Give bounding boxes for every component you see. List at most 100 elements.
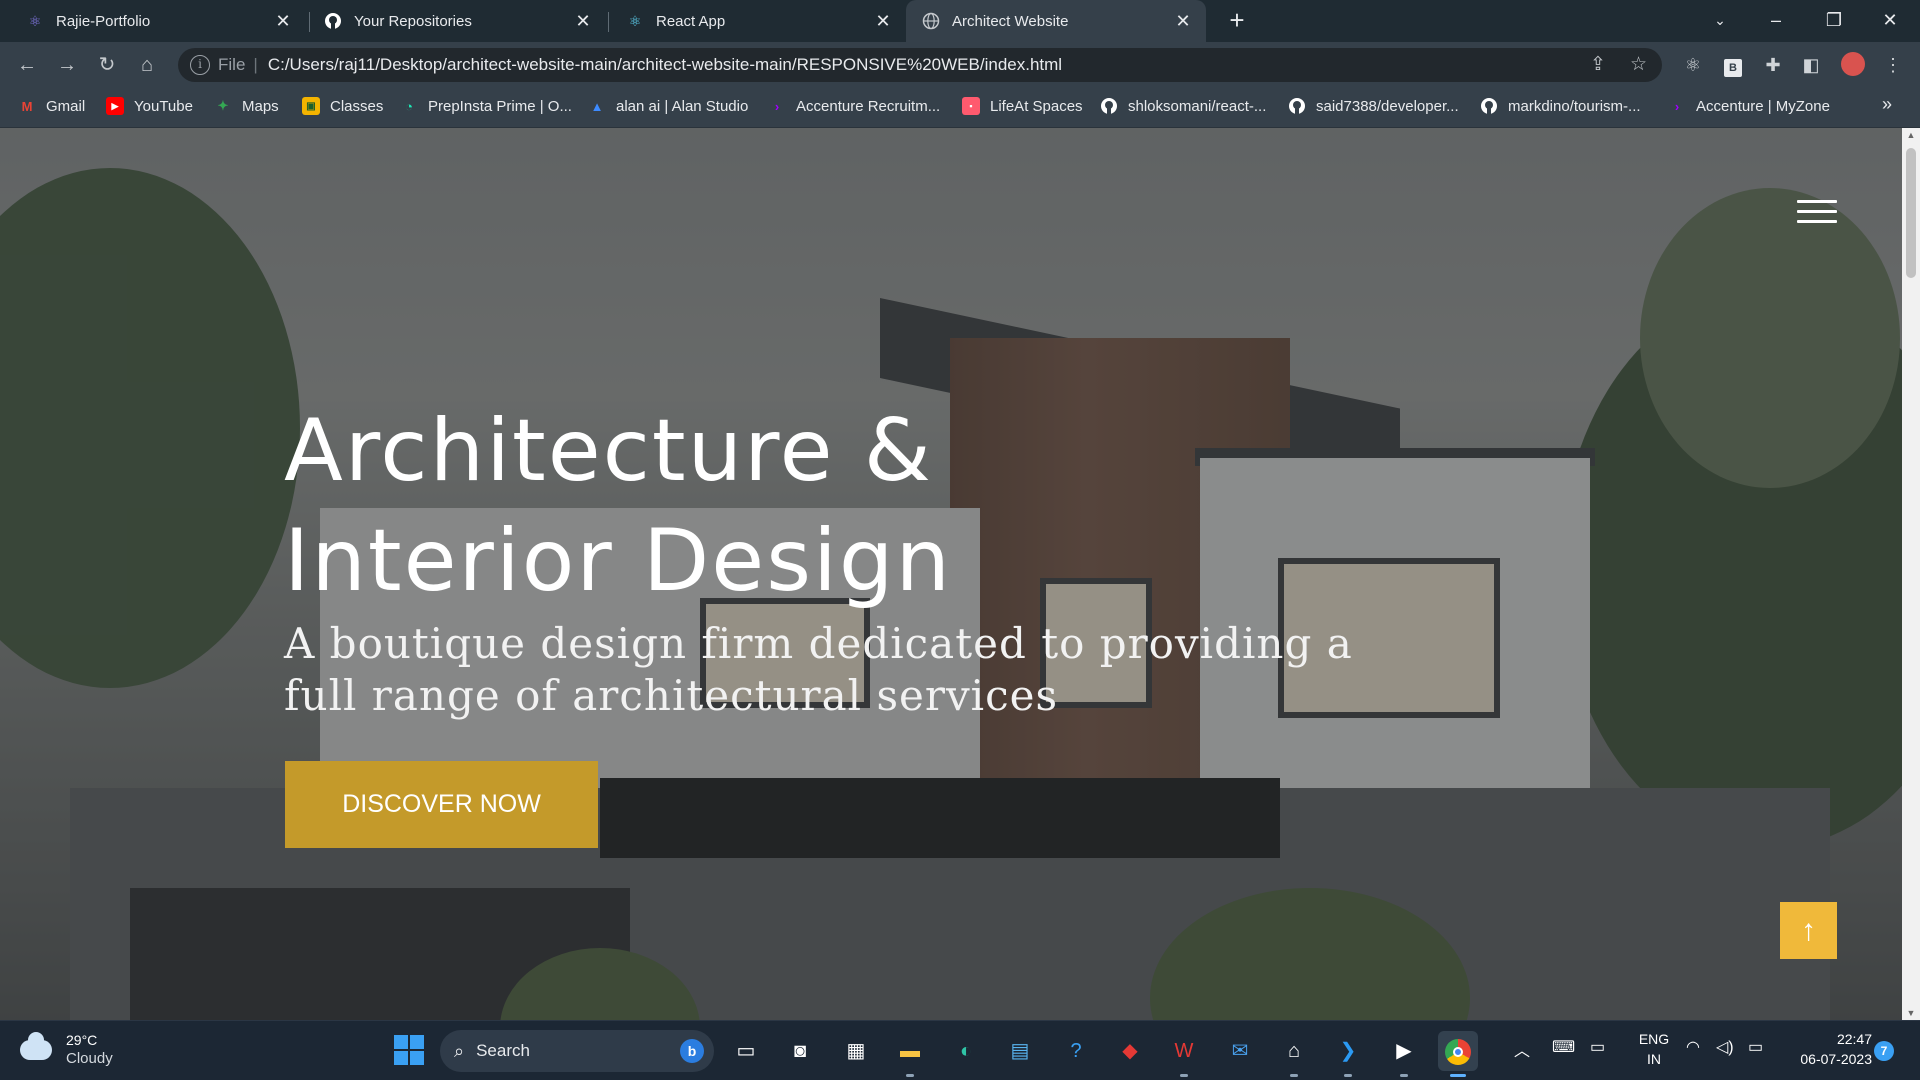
hero-subtitle: A boutique design firm dedicated to prov… <box>284 618 1404 722</box>
bookmark-label: LifeAt Spaces <box>990 97 1083 115</box>
profile-avatar[interactable] <box>1840 52 1866 78</box>
language-indicator[interactable]: ENG IN <box>1634 1029 1674 1069</box>
microsoft-store-icon[interactable]: ▦ <box>836 1031 876 1071</box>
page-viewport: Architecture & Interior Design A boutiqu… <box>0 128 1902 1020</box>
bookmark-label: Gmail <box>46 97 86 115</box>
home-icon[interactable]: ⌂ <box>132 50 162 80</box>
react-icon: ⚛ <box>628 12 642 29</box>
bookmark-label: said7388/developer... <box>1316 97 1459 115</box>
bookmark-label: Classes <box>330 97 384 115</box>
tab-rajie-portfolio[interactable]: ⚛ Rajie-Portfolio ✕ <box>0 0 306 42</box>
browser-toolbar: ← → ↻ ⌂ i File | C:/Users/raj11/Desktop/… <box>0 42 1920 88</box>
accenture-icon: › <box>774 98 780 114</box>
volume-icon[interactable]: ◁) <box>1716 1037 1734 1057</box>
bookmark-classes[interactable]: ▣ Classes <box>302 88 383 124</box>
address-bar[interactable]: i File | C:/Users/raj11/Desktop/architec… <box>178 48 1662 82</box>
tab-architect-website[interactable]: Architect Website ✕ <box>906 0 1206 42</box>
keyboard-icon[interactable]: ⌨ <box>1552 1037 1575 1057</box>
tab-search-chevron-icon[interactable]: ⌄ <box>1692 0 1748 42</box>
extensions-puzzle-icon[interactable]: ✚ <box>1760 52 1786 78</box>
close-tab-icon[interactable]: ✕ <box>574 11 592 32</box>
touchpad-icon[interactable]: ▭ <box>1590 1037 1605 1057</box>
bookmark-label: PrepInsta Prime | O... <box>428 97 572 115</box>
bookmark-maps[interactable]: ✦ Maps <box>214 88 279 124</box>
vscode-icon[interactable]: ❯ <box>1328 1031 1368 1077</box>
notification-badge[interactable]: 7 <box>1874 1041 1894 1061</box>
bookmark-label: Accenture | MyZone <box>1696 97 1830 115</box>
hero-title: Architecture & Interior Design <box>284 396 1184 616</box>
minimize-icon[interactable]: – <box>1748 0 1804 42</box>
tab-react-app[interactable]: ⚛ React App ✕ <box>610 0 906 42</box>
extension-b-icon[interactable]: B <box>1720 52 1746 78</box>
scroll-down-arrow-icon[interactable]: ▼ <box>1902 1008 1920 1018</box>
show-hidden-icons-chevron-icon[interactable]: ︿ <box>1514 1037 1530 1061</box>
menu-kebab-icon[interactable]: ⋮ <box>1880 52 1906 78</box>
bookmark-prepinsta[interactable]: ◔ PrepInsta Prime | O... <box>400 88 572 124</box>
bookmarks-bar: M Gmail ▶ YouTube ✦ Maps ▣ Classes ◔ PrepInst… <box>0 88 1920 128</box>
bookmark-alan-studio[interactable]: ▲ alan ai | Alan Studio <box>588 88 749 124</box>
bookmark-accenture-myzone[interactable]: › Accenture | MyZone <box>1668 88 1830 124</box>
url-text[interactable]: C:/Users/raj11/Desktop/architect-website… <box>268 55 1062 75</box>
taskbar-search-box[interactable]: ⌕ Search b <box>440 1030 714 1072</box>
site-info-icon[interactable]: i <box>190 55 210 75</box>
github-icon <box>1100 97 1118 115</box>
wifi-icon[interactable]: ◠ <box>1686 1037 1700 1057</box>
battery-icon[interactable]: ▭ <box>1748 1037 1763 1057</box>
mcafee-icon[interactable]: ◆ <box>1110 1031 1150 1071</box>
task-view-icon[interactable]: ▭ <box>726 1031 766 1071</box>
edge-browser-icon[interactable]: ◐ <box>946 1031 986 1071</box>
bookmark-lifeat-spaces[interactable]: ▪ LifeAt Spaces <box>962 88 1083 124</box>
bookmarks-overflow-icon[interactable]: » <box>1882 94 1892 115</box>
system-clock[interactable]: 22:47 06-07-2023 <box>1782 1029 1872 1069</box>
lifeat-icon: ▪ <box>962 97 980 115</box>
bookmark-said7388[interactable]: said7388/developer... <box>1288 88 1459 124</box>
address-divider: | <box>253 55 258 74</box>
bookmark-youtube[interactable]: ▶ YouTube <box>106 88 193 124</box>
react-devtools-icon[interactable]: ⚛ <box>1680 52 1706 78</box>
wps-office-icon[interactable]: W <box>1164 1031 1204 1077</box>
tab-strip: ⚛ Rajie-Portfolio ✕ Your Repositories ✕ … <box>0 0 1920 42</box>
chrome-icon[interactable] <box>1438 1031 1478 1077</box>
close-window-icon[interactable]: ✕ <box>1862 0 1918 42</box>
scroll-up-arrow-icon[interactable]: ▲ <box>1902 130 1920 140</box>
bookmark-markdino[interactable]: markdino/tourism-... <box>1480 88 1641 124</box>
windows-start-icon[interactable] <box>394 1035 424 1065</box>
terminal-icon[interactable]: ▶ <box>1384 1031 1424 1077</box>
side-panel-icon[interactable]: ◧ <box>1798 52 1824 78</box>
get-help-icon[interactable]: ? <box>1056 1031 1096 1071</box>
bookmark-gmail[interactable]: M Gmail <box>18 88 86 124</box>
close-tab-icon[interactable]: ✕ <box>874 11 892 32</box>
bookmark-star-icon[interactable]: ☆ <box>1630 48 1647 82</box>
bookmark-accenture-recruitment[interactable]: › Accenture Recruitm... <box>768 88 940 124</box>
scrollbar-thumb[interactable] <box>1906 148 1916 278</box>
bing-icon[interactable]: b <box>680 1039 704 1063</box>
accenture-icon: › <box>1674 98 1680 114</box>
github-icon <box>324 12 342 30</box>
back-icon[interactable]: ← <box>12 50 42 80</box>
new-tab-button[interactable]: + <box>1222 6 1252 36</box>
notes-app-icon[interactable]: ⌂ <box>1274 1031 1314 1077</box>
close-tab-icon[interactable]: ✕ <box>1174 11 1192 32</box>
discover-now-button[interactable]: DISCOVER NOW <box>285 761 598 848</box>
bookmark-label: markdino/tourism-... <box>1508 97 1641 115</box>
tab-your-repositories[interactable]: Your Repositories ✕ <box>312 0 606 42</box>
close-tab-icon[interactable]: ✕ <box>274 11 292 32</box>
tab-title: Your Repositories <box>354 12 472 30</box>
page-scrollbar[interactable]: ▲ ▼ <box>1902 128 1920 1020</box>
hamburger-menu-icon[interactable] <box>1797 200 1837 224</box>
forward-icon[interactable]: → <box>52 50 82 80</box>
bookmark-shloksomani[interactable]: shloksomani/react-... <box>1100 88 1266 124</box>
teams-chat-icon[interactable]: ◙ <box>780 1031 820 1071</box>
weather-widget[interactable]: 29°C Cloudy <box>20 1031 113 1069</box>
scroll-to-top-arrow-icon[interactable]: ↑ <box>1780 902 1837 959</box>
weather-temperature: 29°C <box>66 1032 98 1048</box>
hero-title-line: Interior Design <box>284 511 952 611</box>
reload-icon[interactable]: ↻ <box>92 50 122 80</box>
bookmark-label: YouTube <box>134 97 193 115</box>
github-icon <box>1480 97 1498 115</box>
file-explorer-icon[interactable]: ▬ <box>890 1031 930 1077</box>
mail-icon[interactable]: ✉ <box>1220 1031 1260 1071</box>
restore-icon[interactable]: ❐ <box>1806 0 1862 42</box>
myhp-icon[interactable]: ▤ <box>1000 1031 1040 1071</box>
share-icon[interactable]: ⇪ <box>1590 48 1606 82</box>
